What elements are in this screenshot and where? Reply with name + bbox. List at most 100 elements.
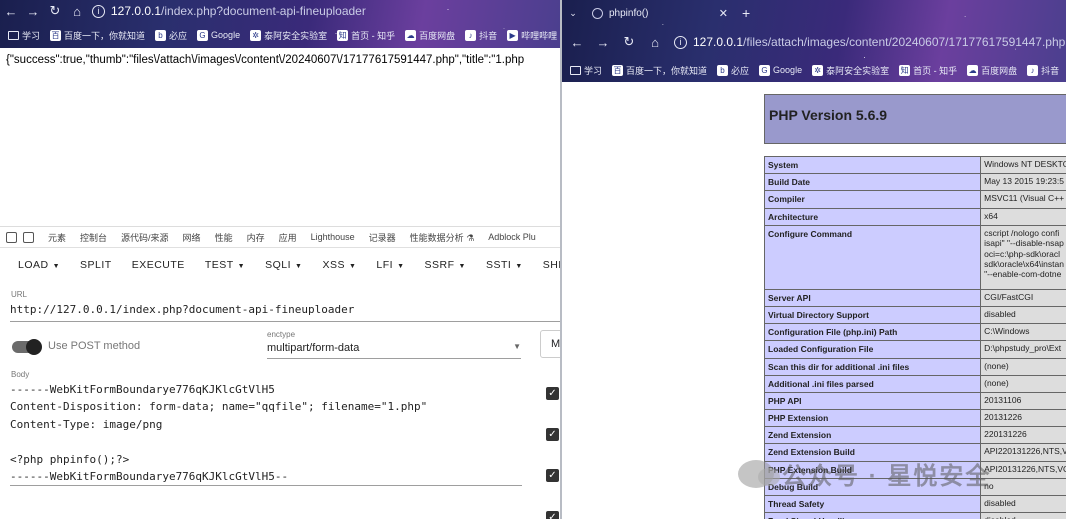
enctype-select[interactable]: enctype multipart/form-data ▼ xyxy=(267,330,521,359)
bookmark-baidu-pan[interactable]: ☁ 百度网盘 xyxy=(967,64,1017,77)
hackbar-ssti-button[interactable]: SSTI ▼ xyxy=(486,259,523,271)
bookmark-study[interactable]: 学习 xyxy=(8,29,40,42)
bookmark-zhihu[interactable]: 知首页 - 知乎 xyxy=(899,64,957,77)
devtools-tab-adblock[interactable]: Adblock Plu xyxy=(488,232,536,242)
left-address-bar[interactable]: ← → ↻ ⌂ i 127.0.0.1/index.php?document-a… xyxy=(0,0,560,22)
left-url[interactable]: i 127.0.0.1/index.php?document-api-fineu… xyxy=(92,4,366,18)
back-icon[interactable]: ← xyxy=(0,4,22,19)
hackbar-test-button[interactable]: TEST ▼ xyxy=(205,259,245,271)
hackbar-split-button[interactable]: SPLIT xyxy=(80,259,112,271)
close-icon[interactable]: ✕ xyxy=(719,7,728,20)
bookmark-douyin[interactable]: ♪ 抖音 xyxy=(465,29,497,42)
phpinfo-value-text: D:\phpstudy_pro\Ext xyxy=(984,343,1062,354)
hackbar-execute-button[interactable]: EXECUTE xyxy=(132,259,185,271)
devtools-tab-network[interactable]: 网络 xyxy=(183,231,201,244)
forward-icon[interactable]: → xyxy=(592,35,614,50)
back-icon[interactable]: ← xyxy=(566,35,588,50)
right-address-bar[interactable]: ← → ↻ ⌂ i 127.0.0.1/files/attach/images/… xyxy=(562,26,1066,58)
hackbar-url-input[interactable]: http://127.0.0.1/index.php?document-api-… xyxy=(10,303,560,322)
phpinfo-value-text: MSVC11 (Visual C++ xyxy=(984,193,1065,204)
home-icon[interactable]: ⌂ xyxy=(644,35,666,50)
hackbar-load-button[interactable]: LOAD ▼ xyxy=(18,259,60,271)
devtools-tab-application[interactable]: 应用 xyxy=(279,231,297,244)
body-field-label: Body xyxy=(11,370,30,379)
devtools-tab-elements[interactable]: 元素 xyxy=(48,231,66,244)
enctype-value: multipart/form-data xyxy=(267,342,360,354)
devtools-tab-performance[interactable]: 性能 xyxy=(215,231,233,244)
url-host: 127.0.0.1 xyxy=(693,35,744,49)
post-options-row: Use POST method enctype multipart/form-d… xyxy=(0,330,560,370)
site-info-icon[interactable]: i xyxy=(674,35,687,49)
home-icon[interactable]: ⌂ xyxy=(66,4,88,19)
inspect-icon[interactable] xyxy=(6,231,17,243)
hackbar-ssrf-button[interactable]: SSRF ▼ xyxy=(425,259,466,271)
bookmark-bilibili[interactable]: ▶ 哔哩哔哩 xyxy=(507,29,557,42)
checkbox-checked-4[interactable]: ✓ xyxy=(546,511,559,519)
slack-icon: ✲ xyxy=(812,64,824,76)
bookmark-study[interactable]: 学习 xyxy=(570,64,602,77)
devtools-tab-memory[interactable]: 内存 xyxy=(247,231,265,244)
device-toggle-icon[interactable] xyxy=(23,231,34,243)
forward-icon[interactable]: → xyxy=(22,4,44,19)
bookmark-baidu[interactable]: 百百度一下，你就知道 xyxy=(50,29,145,42)
url-field-label: URL xyxy=(11,290,28,299)
modify-header-button[interactable]: M xyxy=(540,330,560,358)
phpinfo-value: 220131226 xyxy=(980,426,1066,445)
checkbox-checked-1[interactable]: ✓ xyxy=(546,387,559,400)
phpinfo-key: System xyxy=(763,155,982,175)
tiktok-icon: ♪ xyxy=(465,29,477,41)
bookmark-google[interactable]: G Google xyxy=(759,64,802,76)
wechat-icon xyxy=(738,459,780,488)
bookmark-baidu-pan[interactable]: ☁ 百度网盘 xyxy=(405,29,455,42)
hackbar-sqli-button[interactable]: SQLI ▼ xyxy=(265,259,302,271)
new-tab-plus-icon[interactable]: + xyxy=(742,5,750,21)
devtools-tab-sources[interactable]: 源代码/来源 xyxy=(121,231,169,244)
tab-phpinfo[interactable]: phpinfo() ✕ xyxy=(584,0,734,26)
checkbox-checked-2[interactable]: ✓ xyxy=(546,428,559,441)
phpinfo-value-text: C:\Windows xyxy=(984,326,1030,337)
checkbox-checked-3[interactable]: ✓ xyxy=(546,469,559,482)
phpinfo-key: PHP API xyxy=(763,391,982,411)
devtools-tab-recorder[interactable]: 记录器 xyxy=(369,231,396,244)
google-icon: G xyxy=(759,64,771,76)
devtools-tab-perf-insights[interactable]: 性能数据分析 ⚗ xyxy=(410,231,475,244)
caret-down-icon: ▼ xyxy=(458,263,466,270)
phpinfo-page: PHP Version 5.6.9 System Windows NT DESKT… xyxy=(562,82,1066,519)
table-row: Compiler MSVC11 (Visual C++ xyxy=(763,190,1066,209)
table-row: System Windows NT DESKTO xyxy=(763,155,1066,175)
bookmark-taia[interactable]: ✲ 泰阿安全实验室 xyxy=(250,29,327,42)
right-url[interactable]: i 127.0.0.1/files/attach/images/content/… xyxy=(674,35,1065,49)
right-browser-window: ⌄ phpinfo() ✕ + ← → ↻ ⌂ i 127.0.0.1/file… xyxy=(562,0,1066,519)
tab-search-icon[interactable]: ⌄ xyxy=(562,8,584,19)
site-info-icon[interactable]: i xyxy=(92,4,105,18)
hackbar-xss-button[interactable]: XSS ▼ xyxy=(322,259,356,271)
phpinfo-key: Server API xyxy=(763,288,982,307)
table-row: Thread Safety disabled xyxy=(763,494,1066,514)
bookmark-bing[interactable]: b 必应 xyxy=(155,29,187,42)
table-row: Architecture x64 xyxy=(763,207,1066,226)
hackbar-shell-button[interactable]: SHE xyxy=(543,259,560,271)
url-path: /index.php?document-api-fineuploader xyxy=(161,4,366,18)
bookmark-google[interactable]: G Google xyxy=(197,29,240,41)
phpinfo-value: API20131226,NTS,VC xyxy=(980,460,1066,479)
devtools-tab-lighthouse[interactable]: Lighthouse xyxy=(311,232,355,242)
bookmark-zhihu[interactable]: 知首页 - 知乎 xyxy=(337,29,395,42)
reload-icon[interactable]: ↻ xyxy=(618,34,640,50)
reload-icon[interactable]: ↻ xyxy=(44,3,66,19)
baidu-icon: 百 xyxy=(50,29,62,41)
bookmark-bing[interactable]: b 必应 xyxy=(717,64,749,77)
phpinfo-value-text: x64 xyxy=(984,210,998,221)
phpinfo-value: disabled xyxy=(980,305,1066,325)
bookmark-baidu[interactable]: 百百度一下，你就知道 xyxy=(612,64,707,77)
phpinfo-value: disabled xyxy=(980,494,1066,514)
bookmark-taia[interactable]: ✲ 泰阿安全实验室 xyxy=(812,64,889,77)
phpinfo-value: API220131226,NTS,V xyxy=(980,443,1066,462)
phpinfo-value: (none) xyxy=(980,374,1066,393)
hackbar-body-textarea[interactable]: ------WebKitFormBoundarye776qKJKlcGtVlH5… xyxy=(10,379,522,487)
phpinfo-value-text: disabled xyxy=(984,515,1066,519)
devtools-tab-console[interactable]: 控制台 xyxy=(80,231,107,244)
bookmark-douyin[interactable]: ♪ 抖音 xyxy=(1027,64,1059,77)
hackbar-lfi-button[interactable]: LFI ▼ xyxy=(376,259,404,271)
phpinfo-value-text: no xyxy=(984,480,994,491)
post-method-toggle[interactable] xyxy=(12,339,42,355)
